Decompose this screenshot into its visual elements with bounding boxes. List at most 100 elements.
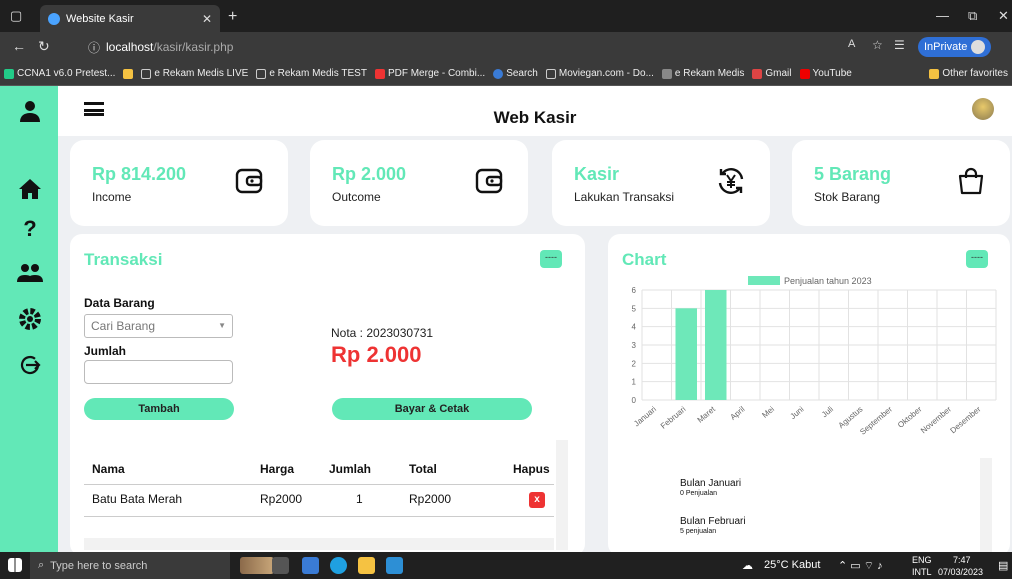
lang-indicator[interactable]: ENG — [912, 555, 932, 565]
users-icon[interactable] — [17, 260, 43, 286]
inprivate-label: InPrivate — [924, 41, 968, 53]
col-header-harga: Harga — [260, 462, 295, 476]
url-path: /kasir/kasir.php — [153, 40, 234, 54]
windows-start-icon[interactable] — [8, 558, 22, 572]
favorite-star-icon[interactable]: ☆ — [872, 38, 883, 52]
card-label: Income — [92, 190, 132, 204]
user-avatar[interactable] — [972, 98, 994, 120]
y-tick-label: 4 — [632, 323, 637, 332]
site-info-icon[interactable]: ⓘ — [88, 39, 100, 56]
back-icon[interactable]: ← — [12, 38, 26, 54]
bulan-name: Bulan Februari — [680, 516, 746, 527]
site-favicon-icon — [48, 12, 60, 25]
chart-menu-button[interactable]: ---- — [966, 250, 988, 268]
x-tick-label: Oktober — [896, 404, 924, 429]
file-explorer-icon[interactable] — [358, 557, 375, 574]
cell-jumlah: 1 — [356, 492, 363, 506]
bookmark-item[interactable]: Gmail — [752, 68, 792, 79]
bookmark-item[interactable]: e Rekam Medis — [661, 68, 744, 79]
bookmark-item[interactable]: Other favorites — [929, 68, 1012, 79]
address-bar-row: ← ↻ ⓘ localhost/kasir/kasir.php A ☆ ☰ In… — [0, 32, 1012, 62]
profile-avatar — [971, 40, 986, 54]
total-amount: Rp 2.000 — [331, 342, 422, 367]
cari-barang-select[interactable]: Cari Barang ▼ — [84, 314, 233, 338]
gear-icon[interactable] — [17, 306, 43, 332]
search-highlight-icon[interactable] — [240, 557, 274, 574]
bookmark-item[interactable]: PDF Merge - Combi... — [374, 68, 485, 79]
browser-tab-bar: ▢ Website Kasir ✕ + — ⧉ ✕ — [0, 0, 1012, 32]
close-window-icon[interactable]: ✕ — [998, 8, 1009, 24]
y-tick-label: 0 — [632, 396, 637, 405]
page-icon — [256, 68, 267, 79]
tab-title: Website Kasir — [66, 12, 134, 25]
bookmark-item[interactable]: e Rekam Medis TEST — [256, 68, 367, 79]
bookmark-item[interactable]: Moviegan.com - Do... — [545, 68, 654, 79]
data-barang-label: Data Barang — [84, 296, 155, 310]
weather-text[interactable]: 25°C Kabut — [764, 559, 820, 571]
favorites-icon[interactable]: ☰ — [894, 38, 905, 52]
bulan-detail: 5 penjualan — [680, 528, 717, 535]
minimize-icon[interactable]: — — [936, 8, 949, 23]
nota-number: Nota : 2023030731 — [331, 326, 434, 340]
user-icon[interactable] — [17, 98, 43, 124]
x-tick-label: Desember — [948, 404, 982, 435]
bookmark-item[interactable]: Search — [493, 68, 538, 79]
y-tick-label: 2 — [632, 359, 637, 368]
card-value: Rp 2.000 — [332, 164, 407, 184]
vscode-icon[interactable] — [386, 557, 403, 574]
col-header-total: Total — [409, 462, 437, 476]
income-card: Rp 814.200 Income — [70, 140, 288, 226]
logout-icon[interactable] — [17, 352, 43, 378]
close-tab-icon[interactable]: ✕ — [202, 12, 212, 26]
edge-icon[interactable] — [330, 557, 347, 574]
yen-cycle-icon — [718, 168, 744, 194]
shopping-bag-icon — [958, 167, 984, 195]
youtube-icon — [799, 68, 810, 79]
tab-actions-icon[interactable]: ▢ — [10, 8, 22, 24]
folder-icon — [929, 68, 940, 79]
transaksi-menu-button[interactable]: ---- — [540, 250, 562, 268]
store-icon[interactable] — [302, 557, 319, 574]
url-field[interactable]: ⓘ localhost/kasir/kasir.php — [88, 37, 848, 57]
col-header-nama: Nama — [92, 462, 125, 476]
bookmark-item[interactable]: CCNA1 v6.0 Pretest... — [4, 68, 115, 79]
chevron-down-icon: ▼ — [218, 321, 226, 330]
y-tick-label: 6 — [632, 286, 637, 295]
bookmark-item[interactable]: e Rekam Medis LIVE — [141, 68, 248, 79]
hapus-button[interactable]: x — [529, 492, 545, 508]
read-aloud-icon[interactable]: A — [848, 38, 855, 50]
browser-tab[interactable]: Website Kasir ✕ — [40, 5, 220, 32]
inprivate-badge[interactable]: InPrivate — [918, 37, 992, 57]
transaksi-panel: Transaksi ---- Data Barang Cari Barang ▼… — [70, 234, 585, 556]
cell-nama: Batu Bata Merah — [92, 492, 183, 506]
outcome-card: Rp 2.000 Outcome — [310, 140, 528, 226]
notification-icon[interactable]: ▤ — [998, 559, 1008, 572]
cell-total: Rp2000 — [409, 492, 452, 506]
y-tick-label: 1 — [632, 378, 637, 387]
card-label: Outcome — [332, 190, 381, 204]
bookmark-item[interactable]: YouTube — [799, 68, 852, 79]
home-icon[interactable] — [17, 176, 43, 202]
bayar-cetak-button[interactable]: Bayar & Cetak — [332, 398, 532, 420]
task-view-icon[interactable] — [272, 557, 289, 574]
main-content: Web Kasir Rp 814.200 Income Rp 2.000 Out… — [58, 86, 1012, 556]
taskbar-search[interactable]: ⌕ Type here to search — [30, 552, 230, 579]
transaksi-title: Transaksi — [84, 250, 163, 269]
y-tick-label: 5 — [632, 304, 637, 313]
refresh-icon[interactable]: ↻ — [38, 38, 50, 55]
jumlah-input[interactable] — [84, 360, 233, 384]
bulan-list-scrollbar[interactable] — [980, 458, 992, 552]
tambah-button[interactable]: Tambah — [84, 398, 234, 420]
bookmark-item[interactable] — [123, 68, 134, 79]
x-tick-label: Mei — [760, 404, 776, 419]
new-tab-icon[interactable]: + — [228, 8, 237, 26]
gmail-icon — [752, 68, 763, 79]
restore-icon[interactable]: ⧉ — [968, 8, 977, 24]
kasir-card[interactable]: Kasir Lakukan Transaksi — [552, 140, 770, 226]
app-title: Web Kasir — [493, 108, 577, 127]
table-vertical-scrollbar[interactable] — [556, 440, 568, 550]
table-horizontal-scrollbar[interactable] — [84, 538, 554, 550]
clock-time[interactable]: 7:47 — [953, 555, 971, 565]
help-icon[interactable]: ? — [17, 216, 43, 242]
tray-icons[interactable]: ⌃ ▭ ⌔ ♪ — [838, 559, 883, 573]
